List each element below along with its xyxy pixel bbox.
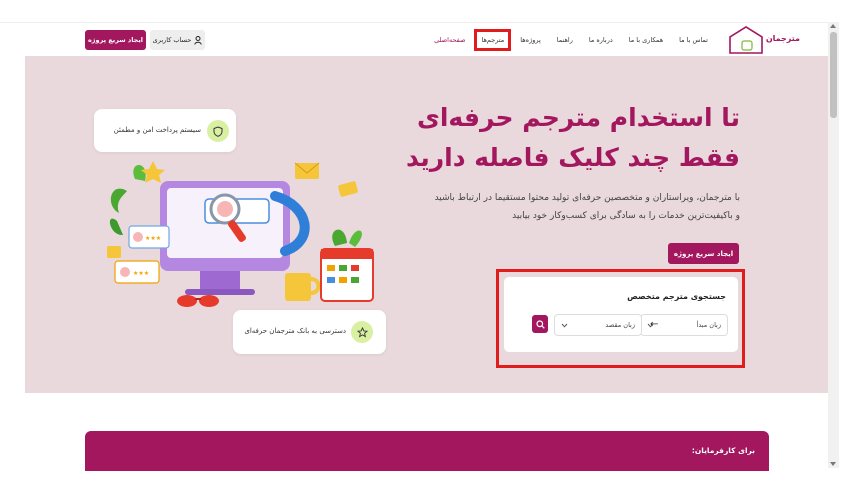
source-language-value: زبان مبدأ [696,321,721,329]
search-title: جستجوی مترجم متخصص [627,292,726,301]
translator-bank-card: دسترسی به بانک مترجمان حرفه‌ای [233,310,386,354]
svg-text:★★★: ★★★ [145,235,161,242]
page-scrollbar[interactable] [828,22,839,468]
hero-section: تا استخدام مترجم حرفه‌ای فقط چند کلیک فا… [25,56,828,393]
nav-home[interactable]: صفحه‌اصلی [434,36,465,44]
nav-translators[interactable]: مترجم‌ها [474,29,512,51]
quick-project-button-hero[interactable]: ایجاد سریع پروژه [668,243,739,264]
hero-title: تا استخدام مترجم حرفه‌ای فقط چند کلیک فا… [360,98,740,178]
scroll-thumb[interactable] [830,32,837,118]
hero-description: با مترجمان، ویراستاران و متخصصین حرفه‌ای… [360,189,740,225]
search-icon [535,319,545,329]
svg-text:★★★: ★★★ [133,270,149,277]
arrow-left-icon: ← [650,319,659,330]
hero-illustration: ★★★ ★★★ [107,161,374,307]
nav-cooperation[interactable]: همکاری با ما [629,36,663,44]
quick-project-button-header[interactable]: ایجاد سریع پروژه [85,30,146,50]
secure-payment-card: سیستم پرداخت امن و مطمئن [94,109,236,152]
logo-text: مترجمان [765,34,800,43]
nav-about[interactable]: درباره ما [589,36,613,44]
logo-icon[interactable] [724,25,770,55]
search-button[interactable] [532,315,548,333]
target-language-value: زبان مقصد [605,321,635,329]
employers-section: برای کارفرمایان: [85,431,769,471]
hero-description-line-2: و باکیفیت‌ترین خدمات را به سادگی برای کس… [512,211,740,221]
secure-payment-text: سیستم پرداخت امن و مطمئن [113,126,201,134]
account-button[interactable]: حساب کاربری [150,30,205,50]
hero-title-line-2: فقط چند کلیک فاصله دارید [405,143,740,172]
scroll-down-icon[interactable] [830,462,836,466]
top-navbar: مترجمان صفحه‌اصلی مترجم‌ها پروژه‌ها راهن… [0,22,828,56]
target-language-select[interactable]: زبان مقصد [554,314,642,336]
translator-bank-text: دسترسی به بانک مترجمان حرفه‌ای [244,327,346,335]
nav-guide[interactable]: راهنما [557,36,573,44]
page: مترجمان صفحه‌اصلی مترجم‌ها پروژه‌ها راهن… [0,0,855,504]
scroll-up-icon[interactable] [830,24,836,28]
star-icon [351,321,373,343]
shield-icon [207,120,229,142]
chevron-down-icon [561,323,568,328]
account-label: حساب کاربری [152,36,192,44]
nav-contact[interactable]: تماس با ما [679,36,708,44]
main-nav: صفحه‌اصلی مترجم‌ها پروژه‌ها راهنما دربار… [434,23,708,57]
hero-title-line-1: تا استخدام مترجم حرفه‌ای [416,103,740,132]
employers-label: برای کارفرمایان: [691,446,755,455]
user-icon [194,35,203,45]
translator-search-card: جستجوی مترجم متخصص زبان مبدأ ← زبان مقصد [504,277,738,352]
hero-description-line-1: با مترجمان، ویراستاران و متخصصین حرفه‌ای… [434,193,740,203]
nav-projects[interactable]: پروژه‌ها [520,36,541,44]
